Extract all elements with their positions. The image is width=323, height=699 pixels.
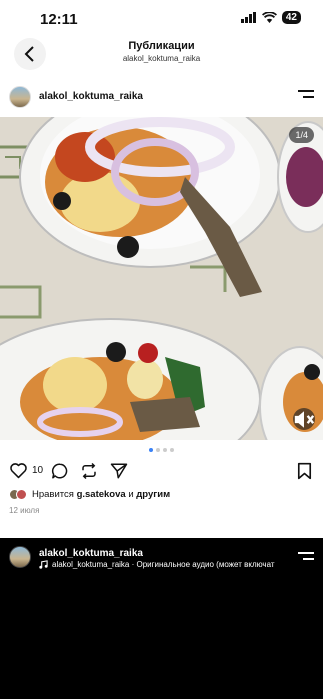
- music-note-icon: [39, 560, 48, 569]
- carousel-dot: [163, 448, 167, 452]
- audio-line[interactable]: alakol_koktuma_raika · Оригинальное ауди…: [39, 560, 289, 569]
- post-photo[interactable]: 1/4: [0, 117, 323, 440]
- repost-icon: [82, 462, 96, 480]
- next-post[interactable]: alakol_koktuma_raika alakol_koktuma_raik…: [0, 538, 323, 699]
- heart-icon[interactable]: [9, 462, 28, 479]
- post-header: alakol_koktuma_raika: [0, 80, 323, 114]
- avatar[interactable]: [9, 546, 31, 568]
- signal-icon: [240, 12, 256, 23]
- send-icon: [110, 463, 128, 479]
- menu-line-icon: [302, 558, 314, 560]
- like-group: 10: [9, 462, 43, 479]
- post-actions: 10: [0, 458, 323, 486]
- comment-icon: [51, 463, 68, 479]
- more-options-button[interactable]: [298, 552, 314, 564]
- carousel-dot-active: [149, 448, 153, 452]
- menu-line-icon: [298, 552, 314, 554]
- page-header: Публикации alakol_koktuma_raika: [0, 30, 323, 76]
- food-photo-illustration: [0, 117, 323, 440]
- battery-indicator: 42: [281, 11, 301, 24]
- likes-mid: и: [125, 489, 137, 500]
- audio-text: alakol_koktuma_raika · Оригинальное ауди…: [52, 560, 275, 569]
- status-icons: 42: [240, 11, 301, 24]
- menu-line-icon: [302, 96, 314, 98]
- post-username[interactable]: alakol_koktuma_raika: [39, 91, 143, 102]
- liker-avatar: [16, 489, 27, 500]
- share-button[interactable]: [110, 462, 128, 480]
- repost-button[interactable]: [80, 462, 98, 480]
- page-subtitle[interactable]: alakol_koktuma_raika: [0, 54, 323, 63]
- next-post-username[interactable]: alakol_koktuma_raika: [39, 548, 143, 559]
- comment-button[interactable]: [51, 462, 69, 480]
- status-time: 12:11: [40, 11, 78, 28]
- page-title: Публикации: [128, 40, 195, 52]
- carousel-counter: 1/4: [289, 127, 314, 143]
- avatar[interactable]: [9, 86, 31, 108]
- carousel-dot: [170, 448, 174, 452]
- like-count[interactable]: 10: [32, 465, 43, 476]
- carousel-dot: [156, 448, 160, 452]
- menu-line-icon: [298, 90, 314, 92]
- carousel-dots: [0, 448, 323, 452]
- speaker-muted-icon: [294, 410, 315, 428]
- likes-others[interactable]: другим: [136, 489, 170, 500]
- likes-summary[interactable]: Нравится g.satekova и другим: [9, 489, 170, 500]
- save-button[interactable]: [297, 462, 312, 480]
- post-date: 12 июля: [9, 506, 40, 515]
- likes-user[interactable]: g.satekova: [77, 489, 126, 500]
- wifi-icon: [261, 12, 277, 23]
- bookmark-icon: [297, 462, 312, 480]
- likes-prefix: Нравится: [32, 489, 77, 500]
- more-options-button[interactable]: [298, 90, 314, 104]
- mute-button[interactable]: [293, 408, 315, 430]
